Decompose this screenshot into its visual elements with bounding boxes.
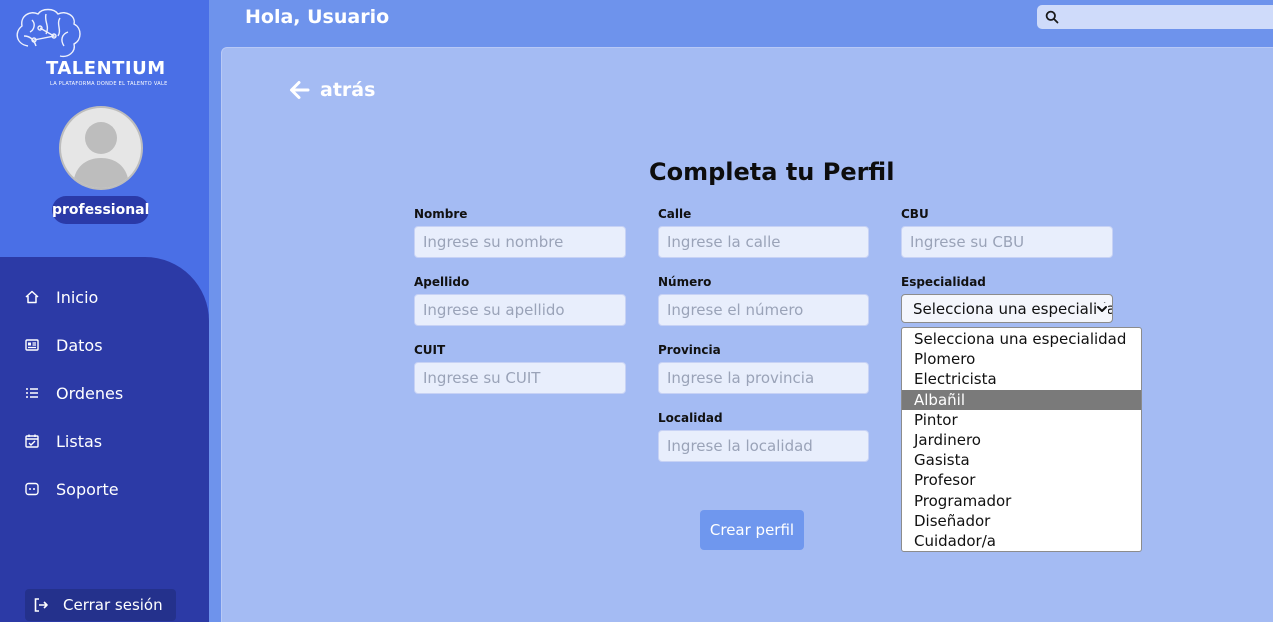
user-avatar-icon — [73, 122, 129, 188]
nav-item-label: Inicio — [56, 287, 99, 307]
nombre-input[interactable] — [414, 226, 626, 258]
dropdown-option[interactable]: Electricista — [902, 369, 1141, 389]
brand-name: TALENTIUM — [46, 58, 166, 79]
dropdown-option[interactable]: Plomero — [902, 349, 1141, 369]
brand-tagline: LA PLATAFORMA DONDE EL TALENTO VALE — [50, 81, 168, 87]
calendar-check-icon — [24, 433, 40, 449]
home-icon — [24, 289, 40, 305]
especialidad-selected-value: Selecciona una especialidad — [913, 299, 1113, 318]
dropdown-option[interactable]: Cuidador/a — [902, 531, 1141, 551]
localidad-label: Localidad — [658, 411, 723, 425]
id-card-icon — [24, 337, 40, 353]
cuit-input[interactable] — [414, 362, 626, 394]
dropdown-option[interactable]: Pintor — [902, 410, 1141, 430]
logout-button[interactable]: Cerrar sesión — [25, 589, 176, 621]
dropdown-option[interactable]: Selecciona una especialidad — [902, 329, 1141, 349]
cuit-label: CUIT — [414, 343, 446, 357]
dropdown-option[interactable]: Jardinero — [902, 430, 1141, 450]
nombre-label: Nombre — [414, 207, 468, 221]
role-badge: professional — [52, 196, 149, 224]
nav-item-label: Datos — [56, 335, 103, 355]
especialidad-label: Especialidad — [901, 275, 986, 289]
brand-logo: TALENTIUM LA PLATAFORMA DONDE EL TALENTO… — [10, 6, 195, 90]
provincia-label: Provincia — [658, 343, 721, 357]
greeting: Hola, Usuario — [245, 6, 390, 28]
cbu-input[interactable] — [901, 226, 1113, 258]
chevron-down-icon — [1096, 303, 1108, 315]
nav-item-soporte[interactable]: Soporte — [0, 469, 209, 509]
numero-label: Número — [658, 275, 712, 289]
provincia-input[interactable] — [658, 362, 869, 394]
logout-icon — [32, 596, 50, 614]
dropdown-option[interactable]: Diseñador — [902, 511, 1141, 531]
search-input[interactable] — [1065, 6, 1265, 28]
localidad-input[interactable] — [658, 430, 869, 462]
search-icon[interactable] — [1045, 10, 1059, 24]
cbu-label: CBU — [901, 207, 929, 221]
calle-input[interactable] — [658, 226, 869, 258]
dropdown-option-highlighted[interactable]: Albañil — [902, 389, 1141, 410]
logout-label: Cerrar sesión — [63, 596, 163, 614]
list-icon — [24, 385, 40, 401]
especialidad-dropdown-list: Selecciona una especialidad Plomero Elec… — [901, 327, 1142, 552]
dropdown-option[interactable]: Gasista — [902, 450, 1141, 470]
chat-icon — [24, 481, 40, 497]
arrow-left-icon — [288, 79, 310, 101]
search-bar[interactable] — [1037, 5, 1273, 29]
apellido-input[interactable] — [414, 294, 626, 326]
back-label: atrás — [320, 79, 376, 101]
nav-item-label: Listas — [56, 431, 103, 451]
nav-item-datos[interactable]: Datos — [0, 325, 209, 365]
numero-input[interactable] — [658, 294, 869, 326]
nav-item-ordenes[interactable]: Ordenes — [0, 373, 209, 413]
nav-item-listas[interactable]: Listas — [0, 421, 209, 461]
back-button[interactable]: atrás — [288, 79, 375, 101]
nav-item-label: Ordenes — [56, 383, 124, 403]
page-title: Completa tu Perfil — [649, 158, 895, 186]
especialidad-select[interactable]: Selecciona una especialidad — [901, 294, 1113, 323]
apellido-label: Apellido — [414, 275, 470, 289]
nav-item-inicio[interactable]: Inicio — [0, 277, 209, 317]
calle-label: Calle — [658, 207, 692, 221]
dropdown-option[interactable]: Profesor — [902, 470, 1141, 490]
sidebar: TALENTIUM LA PLATAFORMA DONDE EL TALENTO… — [0, 0, 209, 622]
dropdown-option[interactable]: Programador — [902, 491, 1141, 511]
avatar[interactable] — [59, 106, 143, 190]
nav-item-label: Soporte — [56, 479, 119, 499]
crear-perfil-button[interactable]: Crear perfil — [700, 510, 804, 550]
